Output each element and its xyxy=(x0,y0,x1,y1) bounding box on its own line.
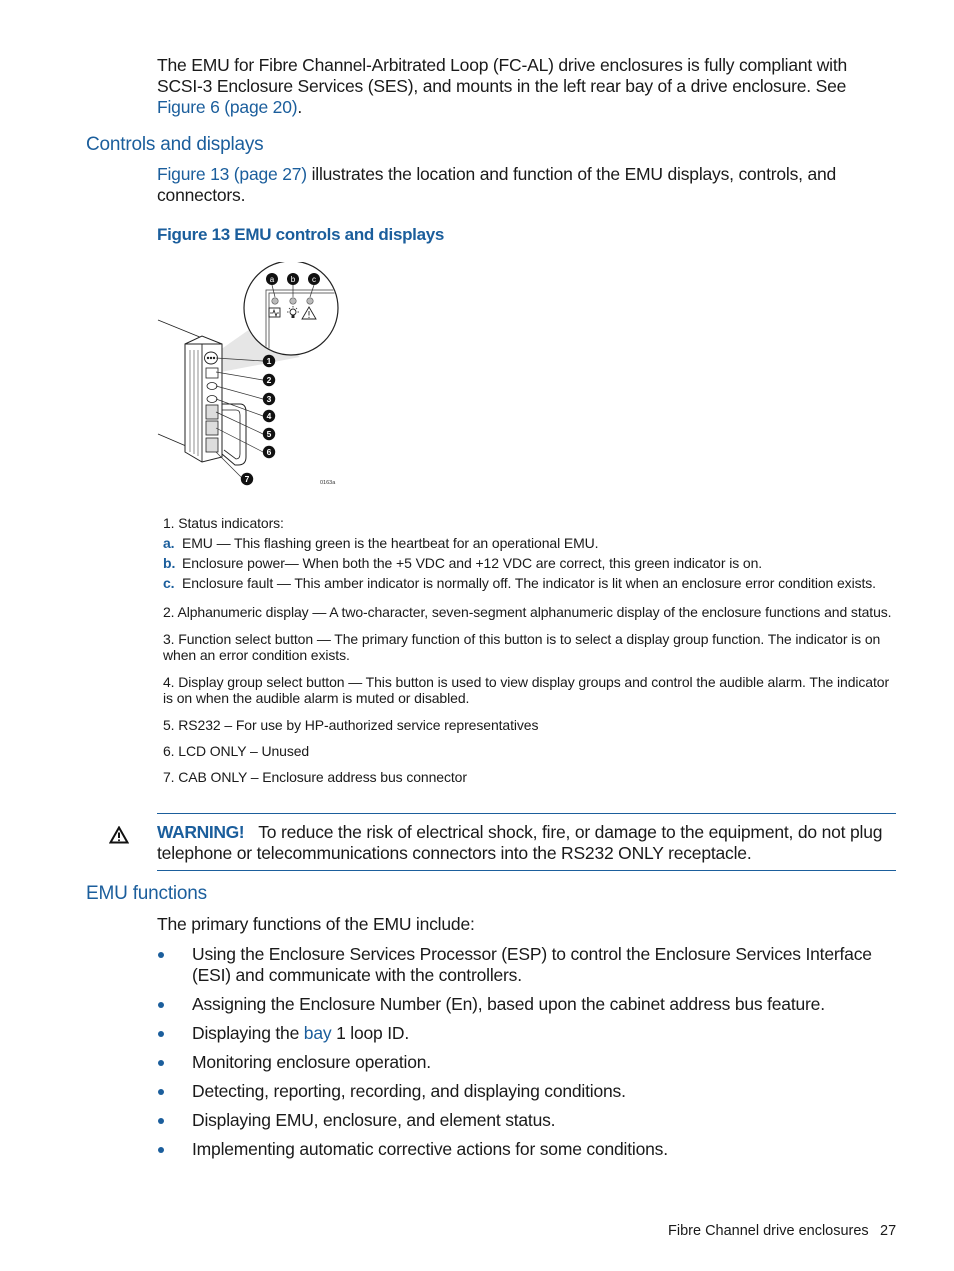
functions-list: Using the Enclosure Services Processor (… xyxy=(157,944,897,1168)
legend-subitem-c: c. Enclosure fault — This amber indicator… xyxy=(163,575,898,591)
legend-subitem-text: Enclosure power— When both the +5 VDC an… xyxy=(182,555,763,571)
callout-6: 6 xyxy=(262,445,276,459)
functions-intro: The primary functions of the EMU include… xyxy=(157,914,475,934)
bullet-icon xyxy=(158,1089,164,1095)
warning-text: WARNING! To reduce the risk of electrical… xyxy=(157,814,896,864)
section-heading-controls: Controls and displays xyxy=(86,134,264,155)
page-number: 27 xyxy=(880,1223,897,1239)
list-item: Displaying the bay 1 loop ID. xyxy=(157,1023,897,1044)
list-item: Monitoring enclosure operation. xyxy=(157,1052,897,1073)
bullet-icon xyxy=(158,1118,164,1124)
figure-13-link[interactable]: Figure 13 (page 27) xyxy=(157,164,307,184)
legend-item-5: 5. RS232 – For use by HP-authorized serv… xyxy=(163,717,539,733)
intro-text: The EMU for Fibre Channel-Arbitrated Loo… xyxy=(157,55,848,96)
list-item-text: Using the Enclosure Services Processor (… xyxy=(192,944,872,985)
svg-text:a: a xyxy=(270,275,275,284)
callout-3: 3 xyxy=(262,392,276,406)
list-item-text: Displaying EMU, enclosure, and element s… xyxy=(192,1110,556,1130)
warning-message: To reduce the risk of electrical shock, … xyxy=(157,822,883,863)
svg-text:1: 1 xyxy=(267,356,272,366)
legend-item-3: 3. Function select button — The primary … xyxy=(163,631,881,663)
inset-label-c: c xyxy=(308,273,320,285)
callout-1: 1 xyxy=(262,354,276,368)
list-item-text: 1 loop ID. xyxy=(331,1023,409,1043)
bullet-icon xyxy=(158,1031,164,1037)
legend-item-2: 2. Alphanumeric display — A two-characte… xyxy=(163,604,892,620)
legend-subitem-text: EMU — This flashing green is the heartbe… xyxy=(182,535,599,551)
legend-subitem-label: c. xyxy=(163,575,175,591)
callout-5: 5 xyxy=(262,427,276,441)
list-item: Detecting, reporting, recording, and dis… xyxy=(157,1081,897,1102)
callout-4: 4 xyxy=(262,409,276,423)
list-item: Implementing automatic corrective action… xyxy=(157,1139,897,1160)
led-power xyxy=(289,297,297,305)
svg-text:7: 7 xyxy=(245,474,250,484)
legend-subitem-label: b. xyxy=(163,555,176,571)
inset-label-a: a xyxy=(266,273,278,285)
list-item-text: Detecting, reporting, recording, and dis… xyxy=(192,1081,626,1101)
svg-text:5: 5 xyxy=(267,429,272,439)
bullet-icon xyxy=(158,1002,164,1008)
intro-text-end: . xyxy=(297,97,303,117)
warning-label: WARNING! xyxy=(157,822,245,842)
bullet-icon xyxy=(158,1147,164,1153)
svg-text:6: 6 xyxy=(267,447,272,457)
legend-subitem-b: b. Enclosure power— When both the +5 VDC … xyxy=(163,555,898,571)
legend-subitem-label: a. xyxy=(163,535,175,551)
figure-legend: 1. Status indicators: a. EMU — This flash… xyxy=(163,515,898,785)
list-item-text: Assigning the Enclosure Number (En), bas… xyxy=(192,994,825,1014)
legend-item-4: 4. Display group select button — This bu… xyxy=(163,674,890,706)
legend-item-7: 7. CAB ONLY – Enclosure address bus conn… xyxy=(163,769,467,785)
section-heading-emu-functions: EMU functions xyxy=(86,883,207,904)
list-item-text: Displaying the xyxy=(192,1023,304,1043)
svg-text:c: c xyxy=(312,275,316,284)
legend-subitem-a: a. EMU — This flashing green is the heart… xyxy=(163,535,898,551)
figure-title: Figure 13 EMU controls and displays xyxy=(157,225,445,244)
intro-paragraph: The EMU for Fibre Channel-Arbitrated Loo… xyxy=(157,55,897,118)
warning-box: WARNING! To reduce the risk of electrical… xyxy=(157,813,896,871)
callout-7: 7 xyxy=(240,472,254,486)
legend-item-1: 1. Status indicators: xyxy=(163,515,284,531)
list-item-text: Implementing automatic corrective action… xyxy=(192,1139,668,1159)
emu-figure: a b c 1 2 3 4 5 6 7 0163a xyxy=(157,262,339,486)
callout-2: 2 xyxy=(262,373,276,387)
svg-text:2: 2 xyxy=(267,375,272,385)
legend-item-6: 6. LCD ONLY – Unused xyxy=(163,743,310,759)
controls-paragraph: Figure 13 (page 27) illustrates the loca… xyxy=(157,164,877,206)
svg-text:b: b xyxy=(291,275,296,284)
bullet-icon xyxy=(158,952,164,958)
inset-label-b: b xyxy=(287,273,299,285)
led-fault xyxy=(306,297,314,305)
footer-section-title: Fibre Channel drive enclosures xyxy=(668,1223,869,1239)
list-item: Displaying EMU, enclosure, and element s… xyxy=(157,1110,897,1131)
figure-6-link[interactable]: Figure 6 (page 20) xyxy=(157,97,298,117)
bullet-icon xyxy=(158,1060,164,1066)
bay-link[interactable]: bay xyxy=(304,1023,332,1043)
legend-subitem-text: Enclosure fault — This amber indicator i… xyxy=(182,575,876,591)
svg-text:3: 3 xyxy=(267,394,272,404)
list-item: Assigning the Enclosure Number (En), bas… xyxy=(157,994,897,1015)
led-emu xyxy=(271,297,279,305)
figure-id: 0163a xyxy=(320,480,336,486)
list-item: Using the Enclosure Services Processor (… xyxy=(157,944,897,986)
warning-triangle-icon xyxy=(109,826,129,844)
svg-text:4: 4 xyxy=(267,411,272,421)
list-item-text: Monitoring enclosure operation. xyxy=(192,1052,431,1072)
